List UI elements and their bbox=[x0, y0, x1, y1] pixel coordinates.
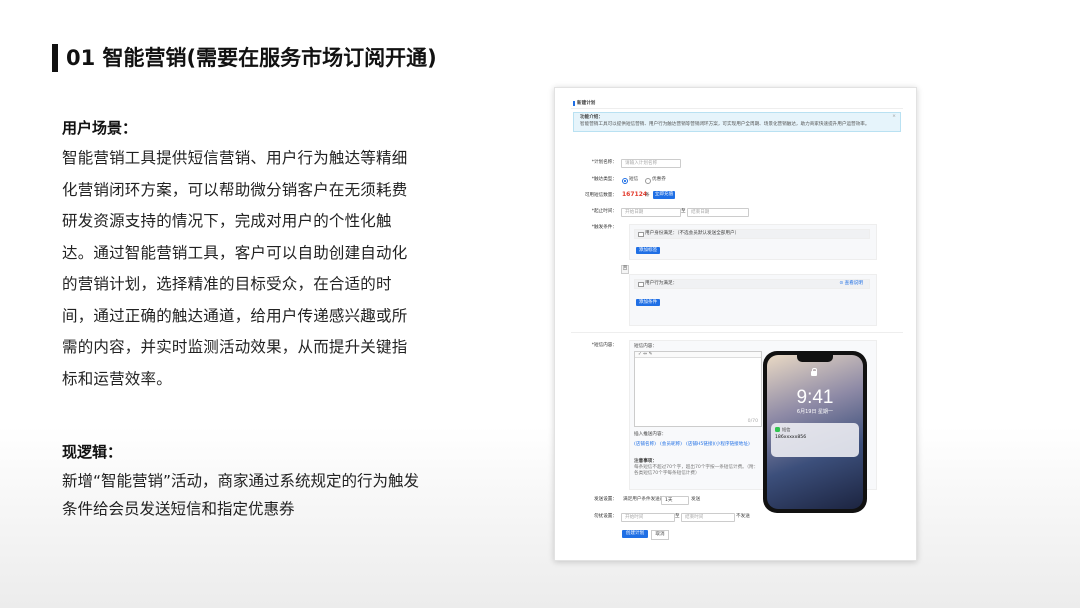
lock-icon bbox=[811, 368, 817, 376]
phone-screen: 9:41 6月19日 星期一 短信 186xxxxx856 bbox=[767, 355, 863, 509]
sms-notification: 短信 186xxxxx856 bbox=[771, 423, 859, 457]
end-date-input[interactable]: 结束日期 bbox=[687, 208, 749, 217]
exclude-end-placeholder: 结束时间 bbox=[685, 514, 704, 520]
and-or-toggle[interactable]: 且 bbox=[621, 265, 629, 274]
scene-body: 智能营销工具提供短信营销、用户行为触达等精细化营销闭环方案，可以帮助微分销客户在… bbox=[62, 149, 408, 388]
info-title: 功能介绍： bbox=[580, 115, 603, 120]
content-label: *短信内容： bbox=[591, 343, 617, 348]
condition-label: *触发条件： bbox=[591, 225, 617, 230]
exclude-label: 勿扰设置： bbox=[594, 514, 617, 519]
plan-name-input[interactable]: 请输入计划名称 bbox=[621, 159, 681, 168]
message-app-icon bbox=[775, 427, 780, 432]
send-setting-label: 发送设置： bbox=[594, 497, 617, 502]
start-date-placeholder: 开始日期 bbox=[625, 209, 644, 215]
page-title: 01 智能营销(需要在服务市场订阅开通) bbox=[66, 46, 437, 70]
create-plan-button[interactable]: 创建计划 bbox=[622, 530, 648, 538]
notes-text: 每条短信不超过70个字，超出70个字按一条短信计费。（附：各类短信70个字每条短… bbox=[634, 465, 759, 476]
insert-link-member-nick[interactable]: (会员昵称) bbox=[660, 442, 682, 448]
behavior-text: 用户行为满足： bbox=[645, 281, 678, 286]
exclude-suffix: 不发送 bbox=[736, 514, 750, 519]
insert-link-miniapp[interactable]: (小程序链接地址) bbox=[714, 442, 750, 448]
add-condition-button[interactable]: 添加条件 bbox=[636, 299, 660, 306]
channel-label: *触达类型： bbox=[591, 177, 617, 182]
condition-panel-identity: 用户身份满足：（不选会员默认发送全部用户） 添加标签 bbox=[629, 224, 877, 260]
insert-link-h5[interactable]: (店铺H5链接) bbox=[686, 442, 714, 448]
radio-coupon[interactable] bbox=[645, 178, 651, 184]
date-separator: 至 bbox=[681, 208, 686, 214]
phone-time: 9:41 bbox=[796, 387, 834, 408]
time-label: *起止时间： bbox=[591, 209, 617, 214]
form-header: 新建计划 bbox=[571, 100, 903, 109]
sms-content-label: 短信内容： bbox=[634, 344, 657, 349]
identity-row: 用户身份满足：（不选会员默认发送全部用户） bbox=[634, 229, 870, 239]
title-accent-bar bbox=[52, 44, 58, 72]
recharge-button[interactable]: 立即充值 bbox=[653, 191, 675, 199]
send-setting-value: 满足用户条件发送前 bbox=[623, 497, 665, 502]
phone-preview: 9:41 6月19日 星期一 短信 186xxxxx856 bbox=[763, 351, 867, 513]
sms-toolbar[interactable]: ✓ ⇔ ✎ bbox=[635, 352, 761, 358]
info-banner: 功能介绍： 智能营销工具可以提供短信营销、用户行为触达营销等营销闭环方案，可实现… bbox=[573, 112, 901, 132]
channel-coupon-label: 优惠券 bbox=[652, 177, 666, 182]
start-date-input[interactable]: 开始日期 bbox=[621, 208, 681, 217]
exclude-end-input[interactable]: 结束时间 bbox=[681, 513, 735, 522]
info-text: 智能营销工具可以提供短信营销、用户行为触达营销等营销闭环方案，可实现用户全周期、… bbox=[580, 122, 870, 127]
view-description-link[interactable]: ⊙ 查看说明 bbox=[839, 281, 863, 287]
exclude-start-input[interactable]: 开始时间 bbox=[621, 513, 675, 522]
notif-app-name: 短信 bbox=[782, 426, 791, 432]
cancel-button[interactable]: 取消 bbox=[651, 530, 669, 540]
end-date-placeholder: 结束日期 bbox=[691, 209, 710, 215]
exclude-separator: 至 bbox=[675, 513, 680, 519]
char-counter: 0/70 bbox=[747, 419, 758, 424]
plan-name-placeholder: 请输入计划名称 bbox=[625, 160, 658, 166]
scene-heading: 用户场景： bbox=[62, 119, 138, 137]
available-sms-label: 可用短信数量： bbox=[584, 193, 617, 198]
notif-text: 186xxxxx856 bbox=[775, 435, 807, 440]
create-plan-form: 新建计划 功能介绍： 智能营销工具可以提供短信营销、用户行为触达营销等营销闭环方… bbox=[571, 100, 903, 554]
radio-sms[interactable] bbox=[622, 178, 628, 184]
embedded-screenshot: 新建计划 功能介绍： 智能营销工具可以提供短信营销、用户行为触达营销等营销闭环方… bbox=[554, 87, 917, 561]
insert-label: 插入推送内容： bbox=[634, 432, 667, 437]
insert-link-shop-name[interactable]: (店铺名称) bbox=[634, 442, 656, 448]
logic-body: 新增“智能营销”活动，商家通过系统规定的行为触发条件给会员发送短信和指定优惠券 bbox=[62, 472, 420, 518]
behavior-checkbox[interactable] bbox=[638, 281, 644, 287]
exclude-start-placeholder: 开始时间 bbox=[625, 514, 644, 520]
identity-text: 用户身份满足：（不选会员默认发送全部用户） bbox=[645, 231, 740, 236]
identity-checkbox[interactable] bbox=[638, 231, 644, 237]
channel-sms-label: 短信 bbox=[629, 177, 639, 182]
send-setting-suffix: 发送 bbox=[691, 497, 701, 502]
sms-content-textarea[interactable]: ✓ ⇔ ✎ 0/70 bbox=[634, 351, 762, 427]
form-title: 新建计划 bbox=[577, 100, 596, 106]
close-icon[interactable]: × bbox=[892, 114, 896, 120]
send-setting-select-value: 1天 bbox=[665, 497, 673, 503]
phone-notch bbox=[797, 355, 833, 362]
plan-name-label: *计划名称： bbox=[591, 160, 617, 165]
logic-heading: 现逻辑： bbox=[62, 443, 123, 461]
send-setting-select[interactable]: 1天 bbox=[661, 496, 689, 505]
condition-panel-behavior: 用户行为满足： ⊙ 查看说明 添加条件 bbox=[629, 274, 877, 326]
add-tag-button[interactable]: 添加标签 bbox=[636, 247, 660, 254]
behavior-row: 用户行为满足： ⊙ 查看说明 bbox=[634, 279, 870, 289]
header-accent bbox=[573, 101, 575, 106]
phone-date: 6月19日 星期一 bbox=[796, 409, 834, 415]
section-divider bbox=[571, 332, 903, 333]
available-sms-unit: 条 bbox=[645, 193, 650, 198]
available-sms-value: 167124 bbox=[622, 190, 648, 198]
